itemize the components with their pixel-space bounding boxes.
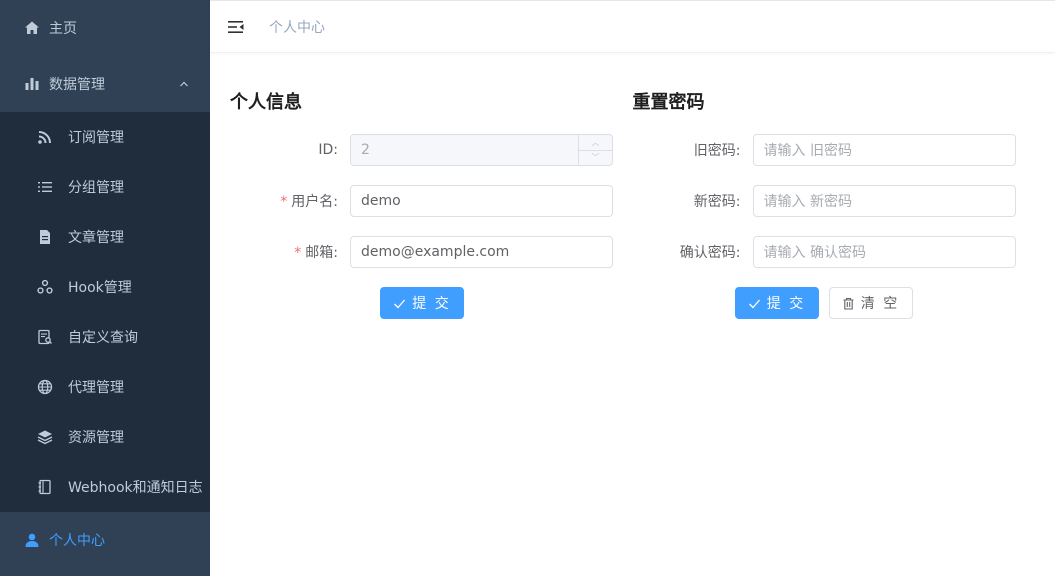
id-value: 2 (361, 142, 370, 158)
layers-icon (37, 429, 53, 445)
sidebar-item-webhook-logs[interactable]: Webhook和通知日志 (0, 462, 210, 512)
hook-icon (37, 279, 53, 295)
sidebar-item-resources[interactable]: 资源管理 (0, 412, 210, 462)
sidebar-item-label: 数据管理 (49, 77, 105, 93)
sidebar-item-custom-query[interactable]: 自定义查询 (0, 312, 210, 362)
password-clear-button[interactable]: 清 空 (828, 287, 913, 319)
required-mark: * (294, 245, 302, 261)
password-form: 重置密码 旧密码: 请输入 旧密码 新密码: 请输入 新密码 确认密码: 请输入… (633, 91, 1036, 319)
email-input[interactable]: demo@example.com (350, 236, 613, 268)
old-password-placeholder: 请输入 旧密码 (763, 143, 852, 159)
sidebar-item-label: Webhook和通知日志 (68, 480, 203, 496)
stepper-down-icon: ﹀ (591, 153, 600, 163)
id-stepper: ︿ ﹀ (578, 135, 612, 165)
password-title: 重置密码 (632, 92, 705, 113)
user-icon (24, 532, 40, 548)
document-icon (37, 229, 53, 245)
home-icon (24, 20, 40, 36)
collapse-menu-icon[interactable] (227, 18, 245, 36)
list-icon (37, 179, 53, 195)
sidebar-item-home[interactable]: 主页 (0, 0, 210, 56)
submenu: 订阅管理 分组管理 文章管理 Hook管理 自定义查询 代理管理 资源管理 We… (0, 112, 210, 512)
check-icon (394, 299, 406, 308)
profile-actions: 提 交 (230, 287, 633, 319)
confirm-password-input[interactable]: 请输入 确认密码 (752, 236, 1016, 268)
breadcrumb: 个人中心 (269, 19, 325, 36)
main: 个人中心 个人信息 ID: 2 ︿ ﹀ * 用户名: demo * 邮箱: de… (210, 0, 1055, 576)
sidebar: 主页 数据管理 订阅管理 分组管理 文章管理 Hook管理 自定义查询 代理管理… (0, 0, 210, 576)
sidebar-item-label: 分组管理 (68, 180, 124, 196)
email-label: * 邮箱: (294, 245, 338, 261)
sidebar-item-groups[interactable]: 分组管理 (0, 162, 210, 212)
confirm-password-placeholder: 请输入 确认密码 (763, 245, 866, 261)
old-password-row: 旧密码: 请输入 旧密码 (633, 134, 1036, 166)
username-label: * 用户名: (280, 194, 338, 210)
sidebar-item-label: Hook管理 (68, 280, 132, 296)
old-password-label: 旧密码: (693, 143, 741, 159)
email-value: demo@example.com (361, 244, 510, 260)
sidebar-item-label: 代理管理 (68, 380, 124, 396)
old-password-input[interactable]: 请输入 旧密码 (752, 134, 1016, 166)
content: 个人信息 ID: 2 ︿ ﹀ * 用户名: demo * 邮箱: demo@ex… (210, 53, 1055, 319)
sidebar-item-label: 个人中心 (49, 533, 105, 549)
password-actions: 提 交 清 空 (633, 287, 1036, 319)
username-input[interactable]: demo (350, 185, 613, 217)
query-icon (37, 329, 53, 345)
chevron-up-icon (180, 81, 188, 87)
new-password-row: 新密码: 请输入 新密码 (633, 185, 1036, 217)
password-submit-button[interactable]: 提 交 (734, 287, 819, 319)
profile-title: 个人信息 (230, 92, 302, 113)
globe-icon (37, 379, 53, 395)
rss-icon (37, 129, 53, 145)
profile-form: 个人信息 ID: 2 ︿ ﹀ * 用户名: demo * 邮箱: demo@ex… (230, 91, 633, 319)
sidebar-item-profile[interactable]: 个人中心 (0, 512, 210, 568)
sidebar-item-label: 资源管理 (68, 430, 124, 446)
sidebar-item-hooks[interactable]: Hook管理 (0, 262, 210, 312)
confirm-password-row: 确认密码: 请输入 确认密码 (633, 236, 1036, 268)
bar-chart-icon (24, 76, 40, 92)
sidebar-item-articles[interactable]: 文章管理 (0, 212, 210, 262)
profile-submit-button[interactable]: 提 交 (380, 287, 464, 319)
sidebar-item-label: 文章管理 (68, 230, 124, 246)
trash-icon (843, 297, 854, 310)
id-number-input: 2 ︿ ﹀ (350, 134, 613, 166)
app: 主页 数据管理 订阅管理 分组管理 文章管理 Hook管理 自定义查询 代理管理… (0, 0, 1055, 576)
sidebar-item-label: 订阅管理 (68, 130, 124, 146)
sidebar-item-label: 自定义查询 (68, 330, 138, 346)
id-label: ID: (318, 142, 338, 158)
navbar: 个人中心 (210, 0, 1055, 53)
confirm-password-label: 确认密码: (679, 245, 741, 261)
required-mark: * (280, 194, 288, 210)
check-icon (748, 299, 760, 308)
sidebar-item-subscriptions[interactable]: 订阅管理 (0, 112, 210, 162)
new-password-input[interactable]: 请输入 新密码 (752, 185, 1016, 217)
email-row: * 邮箱: demo@example.com (230, 236, 633, 268)
notebook-icon (37, 479, 53, 495)
stepper-up-icon: ︿ (579, 135, 612, 151)
sidebar-item-proxies[interactable]: 代理管理 (0, 362, 210, 412)
sidebar-item-data-management[interactable]: 数据管理 (0, 56, 210, 112)
id-row: ID: 2 ︿ ﹀ (230, 134, 633, 166)
sidebar-item-label: 主页 (49, 21, 77, 37)
username-value: demo (361, 193, 401, 209)
new-password-placeholder: 请输入 新密码 (763, 194, 852, 210)
new-password-label: 新密码: (693, 194, 741, 210)
username-row: * 用户名: demo (230, 185, 633, 217)
